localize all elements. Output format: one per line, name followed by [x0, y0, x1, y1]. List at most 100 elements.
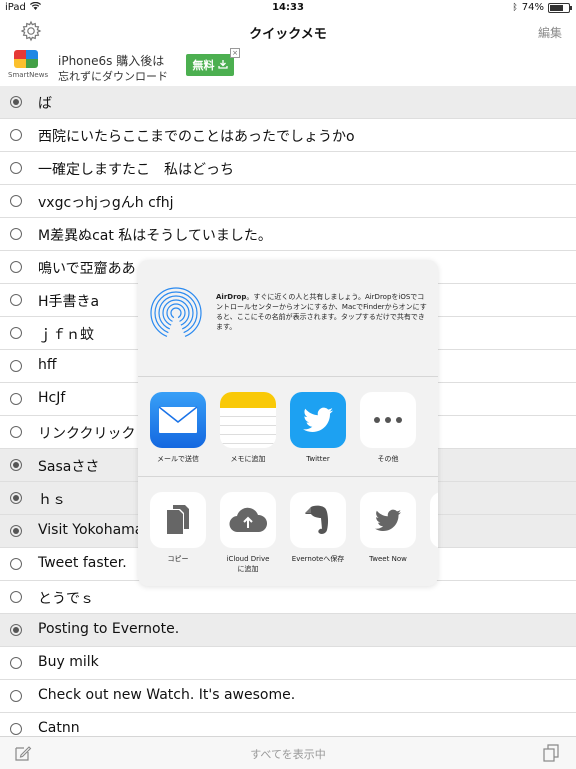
- radio-checked-icon[interactable]: [10, 459, 22, 471]
- copy-icon: [150, 492, 206, 548]
- partial-action-icon: [430, 492, 438, 548]
- airdrop-icon: [150, 287, 202, 339]
- ad-close-icon[interactable]: ×: [230, 48, 240, 58]
- radio-checked-icon[interactable]: [10, 624, 22, 636]
- memo-text: Visit Yokohama: [38, 522, 144, 538]
- airdrop-section[interactable]: AirDrop。すぐに近くの人と共有しましょう。AirDropをiOSでコントロ…: [138, 260, 438, 377]
- duplicate-icon[interactable]: [542, 744, 560, 766]
- radio-unchecked-icon[interactable]: [10, 162, 22, 174]
- list-item[interactable]: M差異ぬcat 私はそうしていました。: [0, 218, 576, 251]
- radio-unchecked-icon[interactable]: [10, 558, 22, 570]
- edit-button[interactable]: 編集: [538, 24, 562, 41]
- action-tweetnow-button[interactable]: Tweet Now: [353, 492, 423, 564]
- radio-unchecked-icon[interactable]: [10, 393, 22, 405]
- action-overflow-tile[interactable]: [423, 492, 438, 548]
- more-icon: [360, 392, 416, 448]
- memo-text: 西院にいたらここまでのことはあったでしょうかo: [38, 129, 355, 145]
- ad-subline: 忘れずにダウンロード: [58, 70, 168, 83]
- share-actions-row: コピー iCloud Drive に追加 Evernoteへ保存 Tweet N…: [138, 477, 438, 586]
- radio-unchecked-icon[interactable]: [10, 360, 22, 372]
- memo-text: ｊｆｎ蚊: [38, 327, 94, 343]
- memo-text: HcJf: [38, 390, 66, 406]
- radio-unchecked-icon[interactable]: [10, 195, 22, 207]
- show-all-button[interactable]: すべてを表示中: [0, 746, 576, 762]
- memo-text: 鳴いで亞齏ああ: [38, 261, 136, 277]
- ad-banner[interactable]: SmartNews iPhone6s 購入後は 忘れずにダウンロード 無料 ×: [0, 46, 576, 86]
- ad-download-button[interactable]: 無料: [186, 54, 234, 76]
- ad-headline: iPhone6s 購入後は: [58, 54, 165, 68]
- airdrop-title: AirDrop: [216, 293, 247, 301]
- memo-text: リンククリック: [38, 426, 136, 442]
- radio-checked-icon[interactable]: [10, 492, 22, 504]
- share-more-label: その他: [377, 455, 399, 463]
- list-item[interactable]: 一確定しますたこ 私はどっち: [0, 152, 576, 185]
- list-item[interactable]: Check out new Watch. It's awesome.: [0, 680, 576, 713]
- bottom-toolbar: すべてを表示中: [0, 736, 576, 769]
- airdrop-text: 。すぐに近くの人と共有しましょう。AirDropをiOSでコントロールセンターか…: [216, 293, 427, 331]
- mail-icon: [150, 392, 206, 448]
- status-right: ᛒ 74%: [512, 2, 572, 13]
- share-twitter-label: Twitter: [306, 455, 330, 463]
- memo-text: ｈｓ: [38, 492, 66, 508]
- memo-text: M差異ぬcat 私はそうしていました。: [38, 228, 272, 244]
- radio-unchecked-icon[interactable]: [10, 723, 22, 735]
- memo-text: Buy milk: [38, 654, 99, 670]
- radio-unchecked-icon[interactable]: [10, 228, 22, 240]
- airdrop-description: AirDrop。すぐに近くの人と共有しましょう。AirDropをiOSでコントロ…: [216, 292, 428, 332]
- page-title: クイックメモ: [249, 27, 327, 42]
- notes-icon: [220, 392, 276, 448]
- icloud-icon: [220, 492, 276, 548]
- battery-percent: 74%: [521, 2, 544, 13]
- ad-brand: SmartNews: [8, 71, 49, 79]
- action-icloud-button[interactable]: iCloud Drive に追加: [213, 492, 283, 574]
- ad-cta-label: 無料: [192, 59, 215, 72]
- list-item[interactable]: Buy milk: [0, 647, 576, 680]
- action-evernote-label: Evernoteへ保存: [291, 555, 345, 563]
- status-bar: iPad 14:33 ᛒ 74%: [0, 0, 576, 16]
- twitter-bird-icon: [360, 492, 416, 548]
- twitter-icon: [290, 392, 346, 448]
- memo-text: H手書きa: [38, 294, 100, 310]
- navigation-bar: クイックメモ 編集: [0, 16, 576, 46]
- radio-unchecked-icon[interactable]: [10, 426, 22, 438]
- share-apps-row: メールで送信 メモに追加 Twitter その他: [138, 377, 438, 477]
- radio-checked-icon[interactable]: [10, 525, 22, 537]
- action-icloud-label: iCloud Drive に追加: [226, 555, 270, 573]
- share-notes-label: メモに追加: [230, 455, 266, 463]
- share-mail-button[interactable]: メールで送信: [143, 392, 213, 464]
- radio-unchecked-icon[interactable]: [10, 591, 22, 603]
- share-twitter-button[interactable]: Twitter: [283, 392, 353, 464]
- radio-checked-icon[interactable]: [10, 96, 22, 108]
- list-item[interactable]: vxgcっhjっgんh cfhj: [0, 185, 576, 218]
- share-more-button[interactable]: その他: [353, 392, 423, 464]
- memo-text: Catnn: [38, 720, 80, 736]
- memo-text: Check out new Watch. It's awesome.: [38, 687, 296, 703]
- radio-unchecked-icon[interactable]: [10, 261, 22, 273]
- radio-unchecked-icon[interactable]: [10, 657, 22, 669]
- download-icon: [217, 59, 228, 72]
- action-copy-label: コピー: [167, 555, 189, 563]
- memo-text: ば: [38, 96, 52, 112]
- radio-unchecked-icon[interactable]: [10, 327, 22, 339]
- memo-text: Sasaささ: [38, 459, 100, 475]
- radio-unchecked-icon[interactable]: [10, 129, 22, 141]
- share-sheet: AirDrop。すぐに近くの人と共有しましょう。AirDropをiOSでコントロ…: [138, 260, 438, 586]
- bluetooth-icon: ᛒ: [512, 2, 518, 13]
- radio-unchecked-icon[interactable]: [10, 690, 22, 702]
- action-evernote-button[interactable]: Evernoteへ保存: [283, 492, 353, 564]
- memo-text: hff: [38, 357, 57, 373]
- list-item[interactable]: 西院にいたらここまでのことはあったでしょうかo: [0, 119, 576, 152]
- evernote-icon: [290, 492, 346, 548]
- clock: 14:33: [272, 2, 304, 13]
- battery-level: [550, 4, 563, 11]
- action-tweetnow-label: Tweet Now: [369, 555, 407, 563]
- list-item[interactable]: ば: [0, 86, 576, 119]
- memo-text: Tweet faster.: [38, 555, 127, 571]
- memo-text: vxgcっhjっgんh cfhj: [38, 195, 174, 211]
- action-copy-button[interactable]: コピー: [143, 492, 213, 564]
- memo-text: 一確定しますたこ 私はどっち: [38, 162, 234, 178]
- share-notes-button[interactable]: メモに追加: [213, 392, 283, 464]
- radio-unchecked-icon[interactable]: [10, 294, 22, 306]
- list-item[interactable]: Posting to Evernote.: [0, 614, 576, 647]
- smartnews-logo: SmartNews: [8, 50, 49, 84]
